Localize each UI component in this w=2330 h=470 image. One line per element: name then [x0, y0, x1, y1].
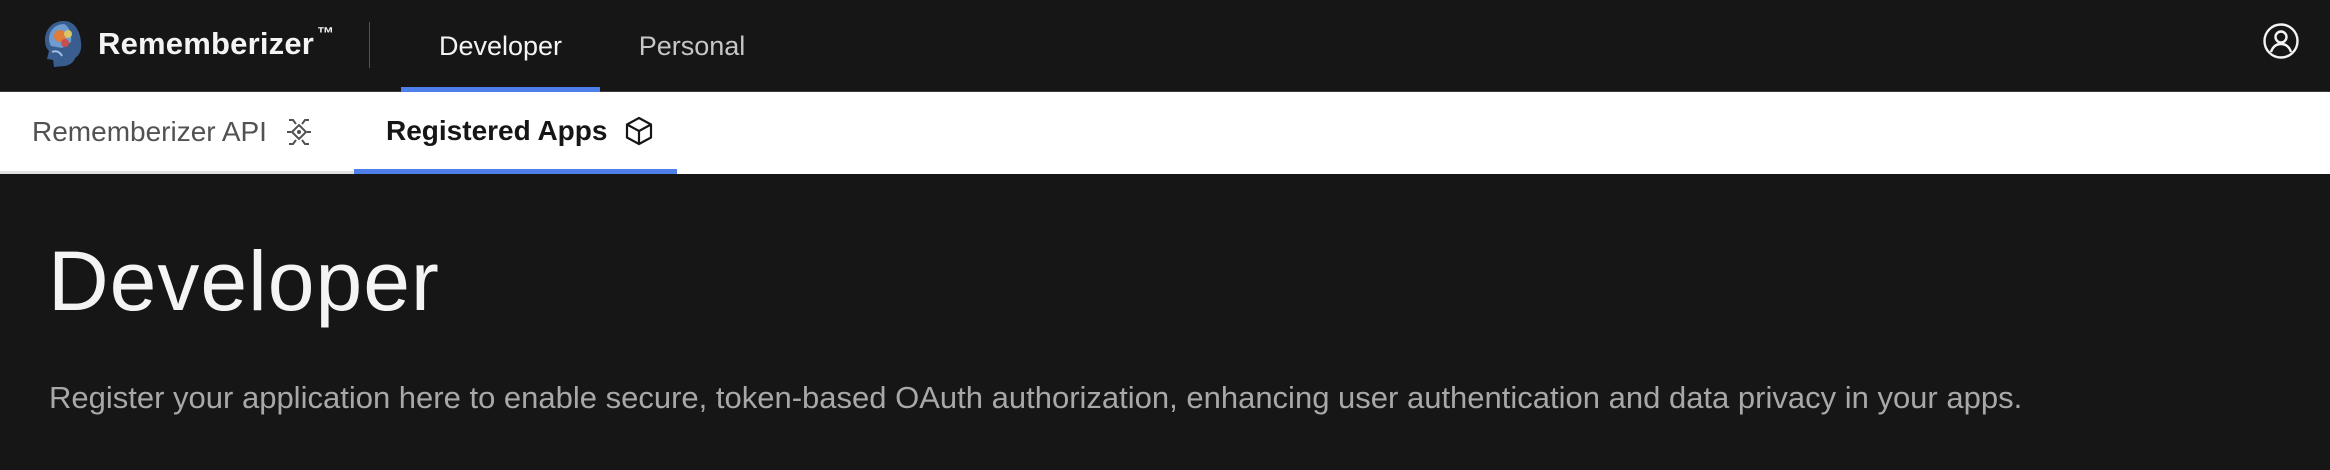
- main-content: Developer Register your application here…: [0, 174, 2330, 470]
- api-icon: [286, 118, 311, 145]
- tab-rememberizer-api[interactable]: Rememberizer API: [0, 92, 354, 174]
- tab-registered-apps-label: Registered Apps: [386, 114, 608, 146]
- brand[interactable]: Rememberizer ™: [38, 16, 334, 72]
- nav-personal[interactable]: Personal: [600, 0, 784, 92]
- trademark-symbol: ™: [317, 24, 335, 43]
- user-account-button[interactable]: [2260, 20, 2302, 62]
- header-divider: [369, 22, 370, 68]
- nav-developer[interactable]: Developer: [401, 0, 600, 92]
- user-avatar-icon: [2263, 23, 2299, 59]
- cube-icon: [626, 116, 653, 145]
- rememberizer-logo-icon: [45, 21, 82, 67]
- page-title: Developer: [48, 234, 440, 328]
- tab-registered-apps[interactable]: Registered Apps: [354, 92, 677, 174]
- top-navigation-bar: Rememberizer ™ Developer Personal: [0, 0, 2330, 92]
- brand-name: Rememberizer: [98, 26, 315, 61]
- page-description: Register your application here to enable…: [49, 380, 2023, 415]
- sub-tab-bar: Rememberizer API Registered Apps: [0, 92, 2330, 174]
- tab-rememberizer-api-label: Rememberizer API: [32, 115, 267, 147]
